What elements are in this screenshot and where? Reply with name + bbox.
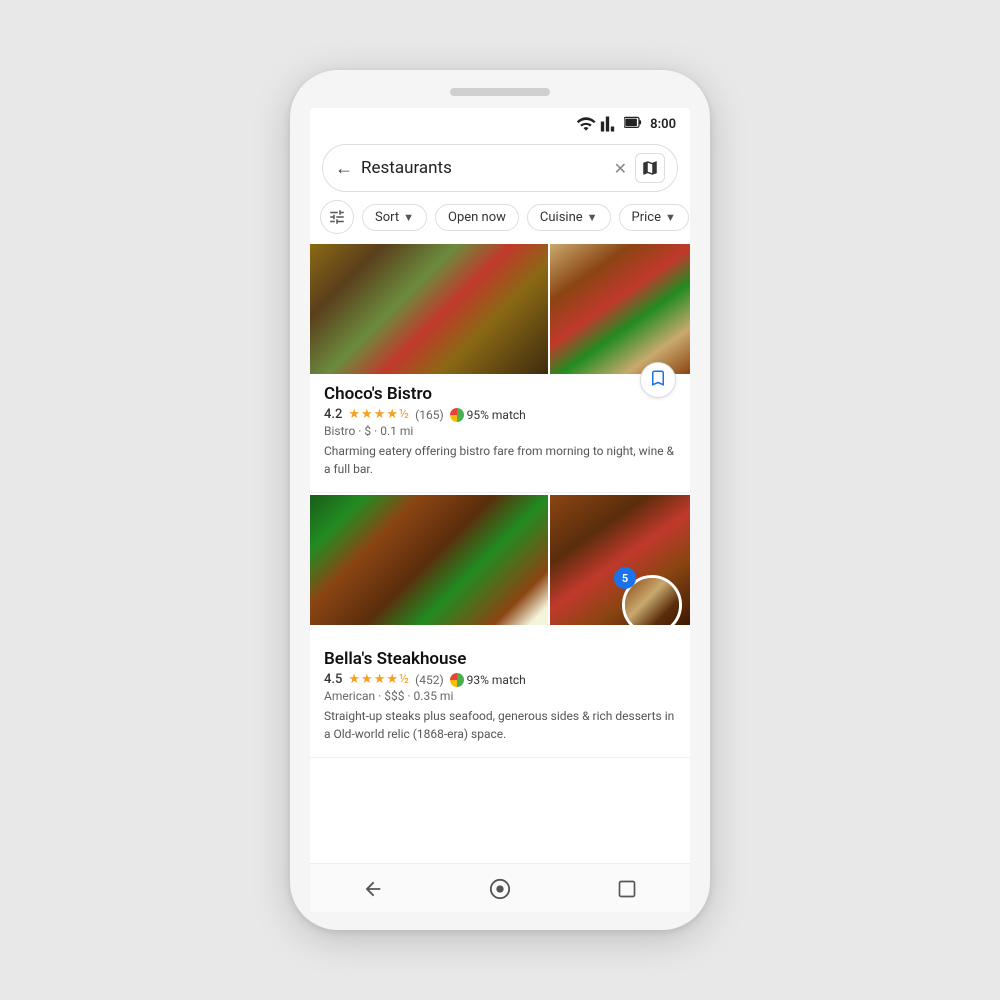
sliders-icon [328, 208, 346, 226]
card-desc-1: Charming eatery offering bistro fare fro… [324, 442, 676, 478]
review-count-1: (165) [415, 408, 444, 422]
card-images-2: 5 [310, 495, 690, 625]
back-button[interactable]: ← [335, 158, 353, 179]
match-circle-2 [450, 673, 464, 687]
signal-icon [600, 114, 620, 134]
phone-frame: 8:00 ← Restaurants ✕ Sort ▼ [290, 70, 710, 930]
sort-label: Sort [375, 210, 399, 225]
cuisine-label: Cuisine [540, 210, 583, 225]
star-1: ★ [348, 407, 360, 422]
bookmark-icon-1 [649, 369, 667, 391]
nav-home-button[interactable] [485, 874, 515, 904]
clear-button[interactable]: ✕ [614, 159, 627, 178]
match-percent-1: 95% match [467, 408, 526, 422]
notification-badge-2: 5 [614, 567, 636, 589]
cuisine-chip[interactable]: Cuisine ▼ [527, 204, 611, 231]
star-4: ★ [386, 407, 398, 422]
rating-number-2: 4.5 [324, 672, 342, 687]
map-button[interactable] [635, 153, 665, 183]
battery-icon [624, 114, 644, 134]
price-chip[interactable]: Price ▼ [619, 204, 689, 231]
restaurant-card-1[interactable]: Choco's Bistro 4.2 ★ ★ ★ ★ ½ (165) 95% m… [310, 244, 690, 493]
sort-chip[interactable]: Sort ▼ [362, 204, 427, 231]
card-meta-1: Bistro · $ · 0.1 mi [324, 424, 676, 438]
match-circle-1 [450, 408, 464, 422]
star-3: ★ [374, 407, 386, 422]
match-badge-1: 95% match [450, 408, 526, 422]
restaurant-image-side-1 [550, 244, 690, 374]
search-bar: ← Restaurants ✕ [322, 144, 678, 192]
status-time: 8:00 [650, 117, 676, 132]
bottom-nav [310, 863, 690, 912]
stars-1: ★ ★ ★ ★ ½ [348, 407, 409, 422]
star-half-1: ½ [399, 407, 409, 422]
restaurant-name-2: Bella's Steakhouse [324, 649, 676, 669]
review-count-2: (452) [415, 673, 444, 687]
restaurant-card-2[interactable]: 5 Bella's Steakhouse 4.5 ★ ★ ★ ★ [310, 495, 690, 758]
rating-row-2: 4.5 ★ ★ ★ ★ ½ (452) 93% match [324, 672, 676, 687]
match-badge-2: 93% match [450, 673, 526, 687]
card-meta-2: American · $$$ · 0.35 mi [324, 689, 676, 703]
content-spacer [310, 760, 690, 863]
price-label: Price [632, 210, 661, 225]
filter-icon-button[interactable] [320, 200, 354, 234]
wifi-icon [576, 114, 596, 134]
card-info-2: Bella's Steakhouse 4.5 ★ ★ ★ ★ ½ (452) 9… [310, 639, 690, 743]
open-now-label: Open now [448, 210, 506, 225]
star-2: ★ [361, 407, 373, 422]
star-2-3: ★ [374, 672, 386, 687]
cuisine-arrow: ▼ [587, 211, 598, 224]
status-bar: 8:00 [310, 108, 690, 138]
nav-back-button[interactable] [358, 874, 388, 904]
star-2-1: ★ [348, 672, 360, 687]
card-info-1: Choco's Bistro 4.2 ★ ★ ★ ★ ½ (165) 95% m… [310, 374, 690, 478]
rating-row-1: 4.2 ★ ★ ★ ★ ½ (165) 95% match [324, 407, 676, 422]
rating-number-1: 4.2 [324, 407, 342, 422]
phone-screen: 8:00 ← Restaurants ✕ Sort ▼ [310, 108, 690, 912]
card-desc-2: Straight-up steaks plus seafood, generou… [324, 707, 676, 743]
sort-arrow: ▼ [403, 211, 414, 224]
nav-home-icon [489, 878, 511, 900]
phone-notch [450, 88, 550, 96]
bookmark-button-1[interactable] [640, 362, 676, 398]
star-2-4: ★ [386, 672, 398, 687]
price-arrow: ▼ [665, 211, 676, 224]
nav-back-icon [362, 878, 384, 900]
match-percent-2: 93% match [467, 673, 526, 687]
map-icon [641, 159, 659, 177]
card-image-side-wrapper-2: 5 [550, 495, 690, 625]
restaurant-name-1: Choco's Bistro [324, 384, 676, 404]
star-half-2: ½ [399, 672, 409, 687]
star-2-2: ★ [361, 672, 373, 687]
thumb-wrapper: 5 [622, 575, 682, 625]
search-input[interactable]: Restaurants [361, 158, 606, 178]
restaurant-image-main-1 [310, 244, 548, 374]
card-images-1 [310, 244, 690, 374]
stars-2: ★ ★ ★ ★ ½ [348, 672, 409, 687]
filter-row: Sort ▼ Open now Cuisine ▼ Price ▼ T [310, 200, 690, 244]
open-now-chip[interactable]: Open now [435, 204, 519, 231]
nav-square-button[interactable] [612, 874, 642, 904]
status-icons: 8:00 [576, 114, 676, 134]
nav-square-icon [617, 879, 637, 899]
restaurant-image-main-2 [310, 495, 548, 625]
